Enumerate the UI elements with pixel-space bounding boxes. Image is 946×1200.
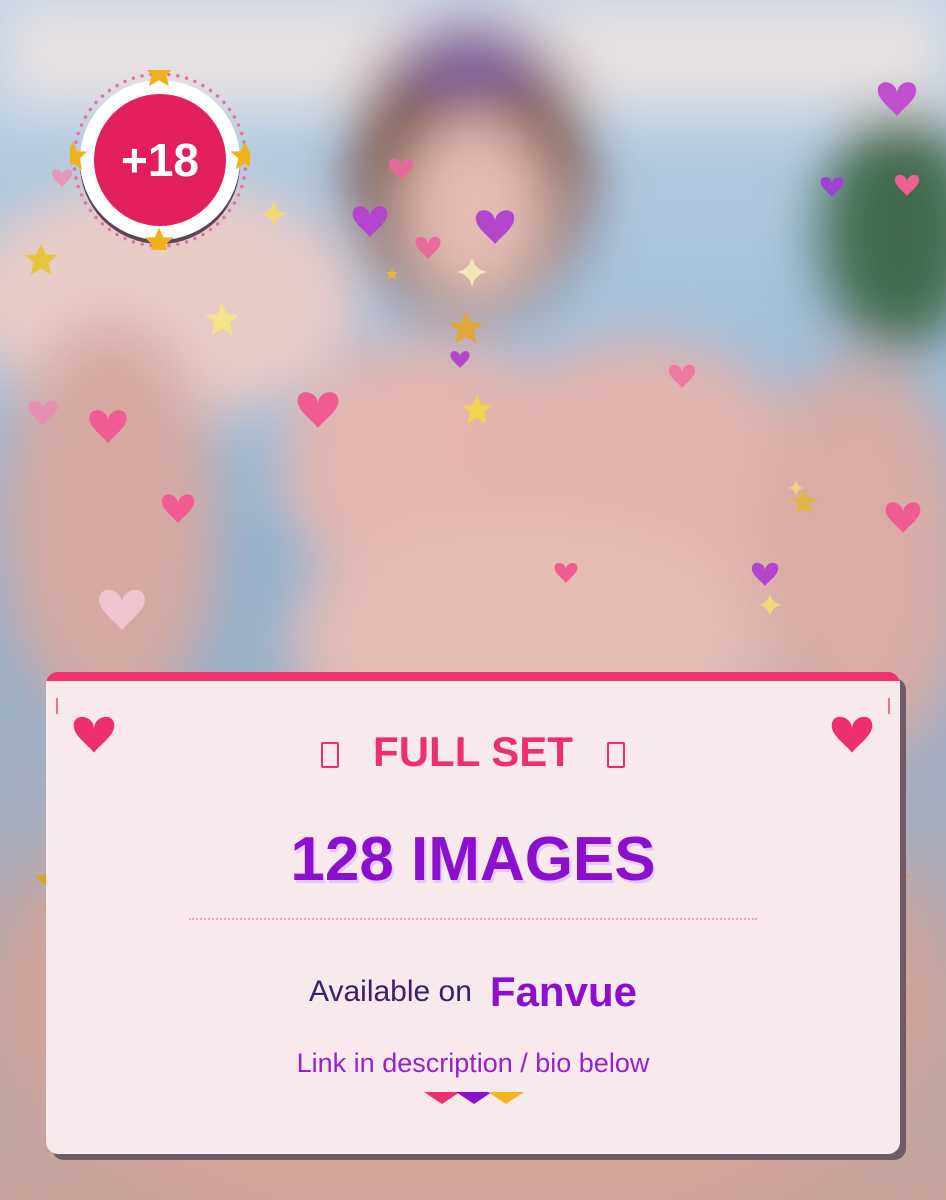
badge-stars xyxy=(70,70,250,250)
set-title: FULL SET xyxy=(373,728,573,775)
platform-name: Fanvue xyxy=(489,968,637,1015)
glyph-box-icon xyxy=(606,741,625,768)
star-icon xyxy=(230,141,250,170)
link-hint: Link in description / bio below xyxy=(296,1048,650,1078)
card-top-bar xyxy=(46,672,900,681)
glyph-box-icon xyxy=(321,741,340,768)
corner-mark xyxy=(56,698,58,714)
dotted-divider xyxy=(189,918,757,920)
title-row: FULL SET xyxy=(46,728,900,776)
promo-image: +18 FULL SET 128 IMAGES Available on Fanv… xyxy=(0,0,946,1200)
corner-mark xyxy=(888,698,890,714)
star-icon xyxy=(146,70,172,87)
star-icon xyxy=(144,227,174,250)
triangle-ornament xyxy=(424,1092,524,1104)
available-label: Available on xyxy=(309,975,472,1008)
availability-row: Available on Fanvue xyxy=(46,968,900,1016)
promo-card: FULL SET 128 IMAGES Available on Fanvue L… xyxy=(46,672,900,1154)
age-badge: +18 xyxy=(70,70,250,250)
star-icon xyxy=(70,141,88,170)
image-count: 128 IMAGES xyxy=(290,825,656,894)
